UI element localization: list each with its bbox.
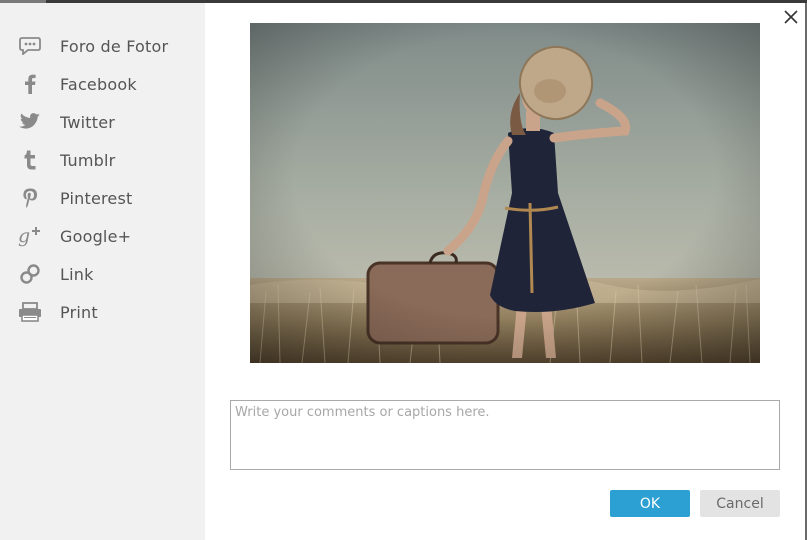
share-item-twitter[interactable]: Twitter xyxy=(0,103,205,141)
close-button[interactable] xyxy=(781,7,801,27)
cancel-button[interactable]: Cancel xyxy=(700,490,780,517)
share-item-google-plus[interactable]: g Google+ xyxy=(0,217,205,255)
close-icon xyxy=(784,10,798,24)
comment-input[interactable] xyxy=(230,400,780,470)
tumblr-icon xyxy=(0,150,60,170)
share-item-label: Print xyxy=(60,302,98,322)
speech-bubble-icon xyxy=(0,37,60,55)
share-item-foro-de-fotor[interactable]: Foro de Fotor xyxy=(0,27,205,65)
share-item-label: Pinterest xyxy=(60,188,133,208)
share-item-label: Google+ xyxy=(60,226,132,246)
ok-button[interactable]: OK xyxy=(610,490,690,517)
share-item-facebook[interactable]: Facebook xyxy=(0,65,205,103)
share-item-label: Tumblr xyxy=(60,150,116,170)
share-item-label: Foro de Fotor xyxy=(60,36,169,56)
share-item-label: Facebook xyxy=(60,74,137,94)
share-list: Foro de Fotor Facebook Twitter Tumblr Pi… xyxy=(0,3,205,331)
pinterest-icon xyxy=(0,188,60,208)
share-item-print[interactable]: Print xyxy=(0,293,205,331)
share-item-label: Link xyxy=(60,264,94,284)
share-item-link[interactable]: Link xyxy=(0,255,205,293)
share-item-tumblr[interactable]: Tumblr xyxy=(0,141,205,179)
google-plus-icon: g xyxy=(0,225,60,247)
share-item-pinterest[interactable]: Pinterest xyxy=(0,179,205,217)
chain-link-icon xyxy=(0,263,60,285)
share-sidebar: Foro de Fotor Facebook Twitter Tumblr Pi… xyxy=(0,3,205,540)
share-item-label: Twitter xyxy=(60,112,116,132)
facebook-icon xyxy=(0,74,60,94)
twitter-bird-icon xyxy=(0,113,60,131)
printer-icon xyxy=(0,302,60,322)
svg-text:g: g xyxy=(18,225,30,247)
preview-photo xyxy=(250,23,760,363)
